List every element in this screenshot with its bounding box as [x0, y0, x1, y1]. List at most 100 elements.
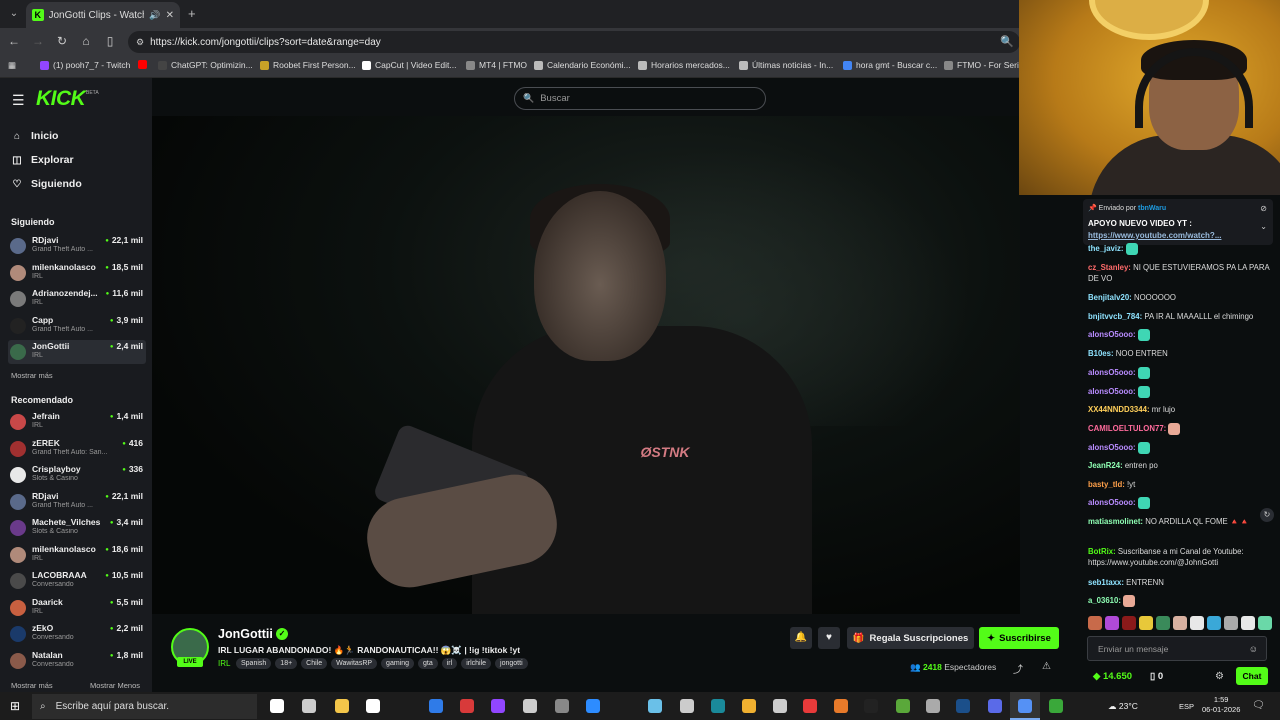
quick-emote-icon[interactable]: [1190, 616, 1204, 630]
app-icon[interactable]: [1049, 699, 1063, 713]
pinned-message[interactable]: 📌 Enviado por tbnWaru APOYO NUEVO VIDEO …: [1083, 199, 1273, 245]
language-indicator[interactable]: ESP: [1179, 702, 1194, 711]
opera-icon[interactable]: [803, 699, 817, 713]
show-more-following[interactable]: Mostrar más: [11, 371, 53, 380]
stream-tag[interactable]: Spanish: [236, 658, 272, 669]
channel-item[interactable]: Machete_VilchesSlots & Casino 3,4 mil: [8, 516, 146, 540]
forward-icon[interactable]: →: [30, 34, 46, 48]
tab-search-icon[interactable]: ⌄: [6, 6, 22, 22]
chat-message[interactable]: a_03610:: [1088, 595, 1274, 607]
chat-message[interactable]: seb1taxx: ENTRENN: [1088, 577, 1274, 588]
steam-icon[interactable]: [956, 699, 970, 713]
chat-username[interactable]: CAMILOELTULON77:: [1088, 424, 1166, 433]
streamer-name[interactable]: JonGottii: [218, 627, 273, 641]
bookmark-item[interactable]: Calendario Económi...: [534, 60, 631, 70]
chat-username[interactable]: the_javiz:: [1088, 244, 1124, 253]
chat-username[interactable]: XX44NNDD3344:: [1088, 405, 1150, 414]
quick-emote-icon[interactable]: [1156, 616, 1170, 630]
discord-icon[interactable]: [988, 699, 1002, 713]
file-icon[interactable]: [366, 699, 380, 713]
chat-message[interactable]: alonsO5ooo:: [1088, 329, 1274, 341]
chat-message[interactable]: BotRix: Suscribanse a mi Canal de Youtub…: [1088, 546, 1274, 568]
twitch-icon[interactable]: [491, 699, 505, 713]
channel-item[interactable]: RDjaviGrand Theft Auto ... 22,1 mil: [8, 490, 146, 514]
quick-emote-icon[interactable]: [1173, 616, 1187, 630]
notification-icon[interactable]: 🗨: [1252, 700, 1265, 711]
app-icon[interactable]: [834, 699, 848, 713]
bookmark-item[interactable]: FTMO - For Serio: [944, 60, 1024, 70]
windows-start-icon[interactable]: ⊞: [10, 699, 20, 713]
chat-username[interactable]: JeanR24:: [1088, 461, 1123, 470]
cortana-icon[interactable]: [270, 699, 284, 713]
pinned-link[interactable]: https://www.youtube.com/watch?...: [1088, 231, 1221, 240]
bookmark-item[interactable]: (1) pooh7_7 - Twitch: [40, 60, 130, 70]
bookmark-item[interactable]: CapCut | Video Edit...: [362, 60, 456, 70]
back-icon[interactable]: ←: [6, 34, 22, 48]
bookmark-item[interactable]: ChatGPT: Optimizin...: [158, 60, 253, 70]
chat-message[interactable]: alonsO5ooo:: [1088, 442, 1274, 454]
bookmark-item[interactable]: Últimas noticias - In...: [739, 60, 833, 70]
show-less-recommended[interactable]: Mostrar Menos: [90, 681, 140, 690]
app-icon[interactable]: [648, 699, 662, 713]
channel-item[interactable]: JonGottiiIRL 2,4 mil: [8, 340, 146, 364]
tiktok-icon[interactable]: [864, 699, 878, 713]
channel-item[interactable]: LACOBRAAAConversando 10,5 mil: [8, 569, 146, 593]
minecraft-icon[interactable]: [896, 699, 910, 713]
chat-username[interactable]: B10es:: [1088, 349, 1114, 358]
bookmark-item[interactable]: hora gmt - Buscar c...: [843, 60, 937, 70]
kick-logo[interactable]: KICK: [36, 87, 86, 111]
taskbar-search[interactable]: ⌕ Escribe aquí para buscar.: [32, 694, 257, 719]
chat-username[interactable]: alonsO5ooo:: [1088, 443, 1136, 452]
stream-tag[interactable]: irl: [441, 658, 458, 669]
chat-message[interactable]: JeanR24: entren po: [1088, 460, 1274, 471]
bookmark-item[interactable]: [138, 60, 151, 69]
stream-category[interactable]: IRL: [218, 659, 230, 668]
new-tab-icon[interactable]: +: [188, 6, 196, 21]
speaker-icon[interactable]: 🔊: [149, 10, 160, 21]
menu-icon[interactable]: ☰: [12, 92, 25, 109]
channel-item[interactable]: CappGrand Theft Auto ... 3,9 mil: [8, 314, 146, 338]
chat-username[interactable]: alonsO5ooo:: [1088, 368, 1136, 377]
search-input[interactable]: 🔍 Buscar: [514, 87, 766, 110]
quick-emote-icon[interactable]: [1258, 616, 1272, 630]
video-player[interactable]: ØSTNK: [152, 116, 1020, 614]
chat-username[interactable]: seb1taxx:: [1088, 578, 1124, 587]
chat-message[interactable]: bnjitvvcb_784: PA IR AL MAAALLL el chimi…: [1088, 311, 1274, 322]
chat-message[interactable]: cz_Stanley: NI QUE ESTUVIERAMOS PA LA PA…: [1088, 262, 1274, 284]
chat-message[interactable]: alonsO5ooo:: [1088, 367, 1274, 379]
app-icon[interactable]: [773, 699, 787, 713]
channel-item[interactable]: RDjaviGrand Theft Auto ... 22,1 mil: [8, 234, 146, 258]
channel-item[interactable]: DaarickIRL 5,5 mil: [8, 596, 146, 620]
quick-emote-icon[interactable]: [1139, 616, 1153, 630]
bookmark-item[interactable]: Horarios mercados...: [638, 60, 730, 70]
bookmark-item[interactable]: Roobet First Person...: [260, 60, 356, 70]
chat-username[interactable]: BotRix:: [1088, 547, 1116, 556]
chat-message[interactable]: B10es: NOO ENTREN: [1088, 348, 1274, 359]
unpin-icon[interactable]: ⊘: [1260, 204, 1267, 213]
nav-inicio[interactable]: ⌂ Inicio: [11, 130, 58, 142]
chat-message-input[interactable]: Enviar un mensaje ☺: [1087, 636, 1267, 661]
chat-username[interactable]: Benjitalv20:: [1088, 293, 1132, 302]
chat-message[interactable]: XX44NNDD3344: mr lujo: [1088, 404, 1274, 415]
chat-message[interactable]: alonsO5ooo:: [1088, 497, 1274, 509]
task-view-icon[interactable]: [302, 699, 316, 713]
channel-points[interactable]: ◆ 14.650: [1093, 671, 1132, 682]
report-icon[interactable]: ⚠: [1042, 661, 1051, 672]
home-icon[interactable]: ⌂: [78, 34, 94, 48]
scroll-resume-icon[interactable]: ↻: [1260, 508, 1274, 522]
chat-send-button[interactable]: Chat: [1236, 667, 1268, 685]
chat-message[interactable]: Benjitalv20: NOOOOOO: [1088, 292, 1274, 303]
follow-heart-icon[interactable]: ♥: [818, 627, 840, 649]
clock[interactable]: 1:59 06-01-2026: [1202, 695, 1240, 715]
chat-message[interactable]: basty_tld: !yt: [1088, 479, 1274, 490]
chat-username[interactable]: a_03610:: [1088, 596, 1121, 605]
quick-emote-icon[interactable]: [1241, 616, 1255, 630]
channel-item[interactable]: JefrainIRL 1,4 mil: [8, 410, 146, 434]
chat-username[interactable]: matiasmolinet:: [1088, 517, 1143, 526]
stream-tag[interactable]: Chile: [301, 658, 328, 669]
browser-tab-active[interactable]: K JonGotti Clips - Watch Live 🔊 ✕: [26, 2, 180, 28]
chat-username[interactable]: alonsO5ooo:: [1088, 330, 1136, 339]
channel-item[interactable]: zEREKGrand Theft Auto: San... 416: [8, 437, 146, 461]
stream-tag[interactable]: irlchile: [461, 658, 492, 669]
stream-tag[interactable]: 18+: [275, 658, 298, 669]
